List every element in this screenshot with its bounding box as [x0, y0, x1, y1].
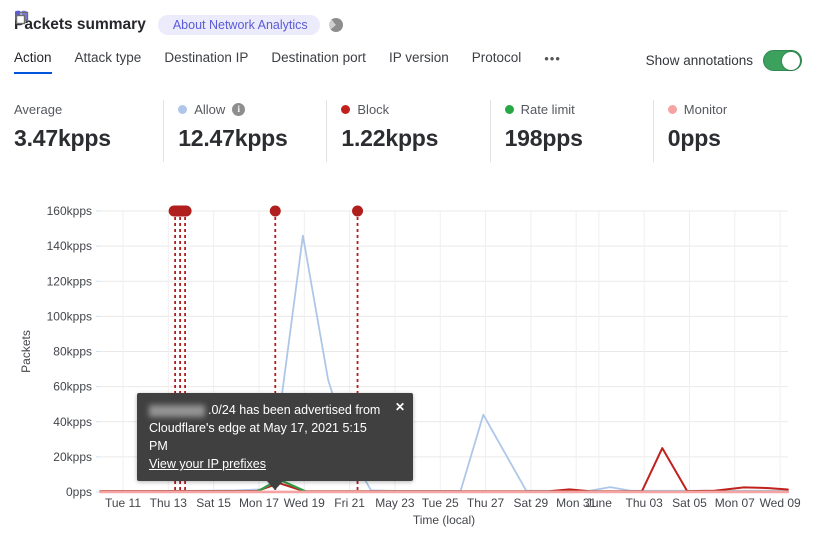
annotation-tooltip: ✕ .0/24 has been advertised from Cloudfl… [137, 393, 413, 490]
x-tick-label: Thu 13 [150, 496, 188, 510]
toggle-knob [782, 51, 800, 70]
stat-block-value: 1.22kpps [341, 125, 439, 151]
stat-block: Block 1.22kpps [326, 100, 489, 162]
tab-destination-port[interactable]: Destination port [271, 50, 366, 74]
x-tick-label: Mon 17 [239, 496, 279, 510]
tooltip-line2: Cloudflare's edge at May 17, 2021 5:15 P… [149, 421, 367, 453]
show-annotations-control: Show annotations [646, 50, 802, 71]
monitor-dot-icon [667, 104, 677, 114]
x-tick-label: Wed 19 [284, 496, 325, 510]
x-tick-label: Fri 21 [334, 496, 365, 510]
tab-protocol[interactable]: Protocol [472, 50, 522, 74]
show-annotations-toggle[interactable] [763, 50, 802, 71]
x-tick-label: Sat 05 [672, 496, 707, 510]
x-tick-label: June [586, 496, 612, 510]
packets-chart-svg: 0pps 20kpps 40kpps 60kpps 80kpps 100kpps 120kp… [19, 204, 801, 527]
info-icon[interactable]: i [232, 102, 246, 116]
stat-average: Average 3.47kpps [0, 100, 163, 162]
stat-rate-limit-label: Rate limit [520, 101, 575, 117]
stat-average-value: 3.47kpps [14, 125, 111, 151]
tooltip-line1: .0/24 has been advertised from [149, 401, 387, 419]
y-tick-label: 100kpps [47, 309, 92, 323]
stat-rate-limit: Rate limit 198pps [489, 100, 653, 162]
rate-limit-dot-icon [504, 104, 514, 114]
stats-row: Average 3.47kpps Allow i 12.47kpps Block… [0, 100, 816, 162]
x-tick-label: Sat 15 [196, 496, 231, 510]
x-tick-label: Tue 11 [105, 496, 141, 510]
network-analytics-panel: Packets summary About Network Analytics … [0, 0, 816, 545]
redacted-ip-prefix [149, 404, 205, 417]
y-tick-label: 20kpps [53, 450, 92, 464]
x-tick-label: Mon 07 [715, 496, 755, 510]
about-network-analytics-badge[interactable]: About Network Analytics [15, 10, 320, 35]
header: Packets summary About Network Analytics [14, 10, 802, 40]
y-tick-label: 140kpps [47, 239, 92, 253]
tabs-more-icon[interactable]: ••• [544, 50, 561, 74]
y-tick-label: 80kpps [53, 345, 92, 359]
page-title: Packets summary [14, 16, 146, 33]
stat-rate-limit-value: 198pps [504, 125, 583, 151]
y-tick-label: 40kpps [53, 415, 92, 429]
usage-pie-icon[interactable] [328, 18, 343, 32]
x-tick-label: Tue 25 [422, 496, 459, 510]
annotation-marker[interactable] [352, 205, 364, 217]
annotation-marker[interactable] [269, 205, 281, 217]
tab-destination-ip[interactable]: Destination IP [164, 50, 248, 74]
stat-allow-label: Allow [194, 101, 226, 117]
packets-chart: 0pps 20kpps 40kpps 60kpps 80kpps 100kpps 120kp… [0, 190, 816, 545]
y-tick-label: 120kpps [47, 274, 92, 288]
stat-monitor-value: 0pps [667, 125, 721, 151]
x-tick-label: May 23 [375, 496, 415, 510]
x-tick-label: Thu 27 [467, 496, 505, 510]
tooltip-close-icon[interactable]: ✕ [395, 398, 405, 416]
annotation-marker[interactable] [168, 205, 192, 217]
about-badge-label: About Network Analytics [172, 18, 308, 32]
x-tick-label: Sat 29 [514, 496, 549, 510]
tooltip-link-row: View your IP prefixes [149, 455, 387, 473]
allow-dot-icon [178, 104, 188, 114]
view-ip-prefixes-link[interactable]: View your IP prefixes [149, 457, 266, 471]
x-axis-title: Time (local) [413, 513, 475, 527]
x-tick-label: Wed 09 [760, 496, 801, 510]
tabs-row: Action Attack type Destination IP Destin… [14, 50, 802, 80]
stat-block-label: Block [357, 101, 390, 117]
stat-average-label: Average [14, 101, 63, 117]
tabs: Action Attack type Destination IP Destin… [14, 50, 561, 74]
show-annotations-label: Show annotations [645, 53, 753, 68]
stat-allow-value: 12.47kpps [178, 125, 288, 151]
x-tick-label: Thu 03 [626, 496, 664, 510]
stat-allow: Allow i 12.47kpps [163, 100, 326, 162]
tab-action[interactable]: Action [14, 50, 52, 74]
y-tick-label: 60kpps [53, 380, 92, 394]
tab-ip-version[interactable]: IP version [389, 50, 449, 74]
y-axis-title: Packets [19, 330, 33, 373]
y-tick-label: 0pps [66, 485, 92, 499]
tab-attack-type[interactable]: Attack type [75, 50, 142, 74]
block-dot-icon [341, 104, 351, 114]
stat-monitor: Monitor 0pps [652, 100, 816, 162]
tooltip-caret [266, 480, 284, 490]
y-tick-label: 160kpps [47, 204, 92, 218]
stat-monitor-label: Monitor [683, 101, 728, 117]
